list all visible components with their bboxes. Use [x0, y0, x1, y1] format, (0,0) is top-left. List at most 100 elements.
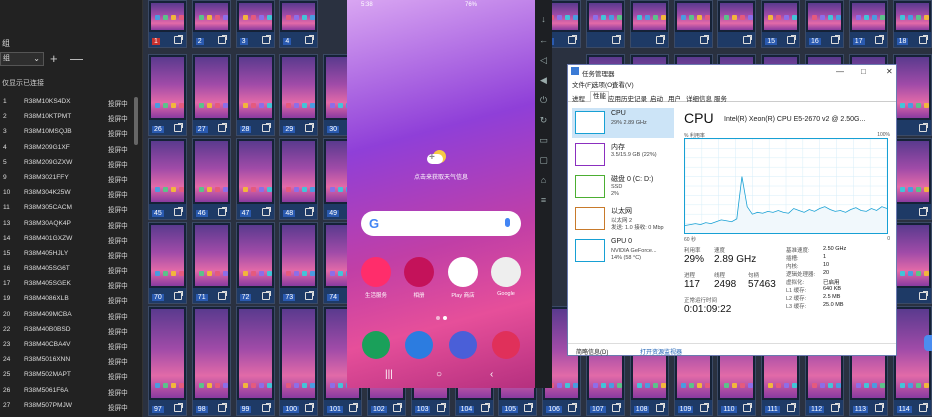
- app-icon-gallery[interactable]: [404, 257, 434, 287]
- open-window-icon[interactable]: [261, 291, 271, 300]
- perf-sidebar-item[interactable]: 磁盘 0 (C: D:) SSD 2%: [572, 172, 674, 202]
- open-window-icon[interactable]: [261, 123, 271, 132]
- perf-sidebar-item[interactable]: GPU 0 NVIDIA GeForce... 14% (58 °C): [572, 236, 674, 266]
- device-row[interactable]: 20 R38M409MCBA 投屏中: [0, 308, 135, 323]
- windows-icon[interactable]: ▢: [538, 155, 549, 166]
- open-window-icon[interactable]: [918, 403, 928, 412]
- device-thumbnail[interactable]: [892, 54, 932, 136]
- perf-sidebar-item[interactable]: 以太网 以太网 2 发送: 1.0 接收: 0 Mbp: [572, 204, 674, 234]
- open-window-icon[interactable]: [568, 403, 578, 412]
- arrow-down-icon[interactable]: ↓: [538, 14, 549, 25]
- open-window-icon[interactable]: [787, 403, 797, 412]
- open-window-icon[interactable]: [261, 207, 271, 216]
- device-row[interactable]: 22 R38M40B0BSD 投屏中: [0, 323, 135, 338]
- open-window-icon[interactable]: [217, 291, 227, 300]
- open-window-icon[interactable]: [174, 35, 183, 44]
- open-window-icon[interactable]: [612, 403, 621, 412]
- tab-item[interactable]: 应用历史记录: [608, 93, 647, 103]
- device-row[interactable]: 24 R38M5016XNN 投屏中: [0, 353, 135, 368]
- open-window-icon[interactable]: [874, 35, 884, 44]
- open-window-icon[interactable]: [217, 207, 227, 216]
- close-icon[interactable]: ✕: [886, 67, 893, 76]
- device-thumbnail[interactable]: 98: [191, 306, 231, 416]
- device-thumbnail[interactable]: 47: [235, 138, 275, 220]
- app-icon-google[interactable]: [491, 257, 521, 287]
- messages-icon[interactable]: [405, 331, 433, 359]
- open-window-icon[interactable]: [787, 35, 797, 44]
- weather-widget-icon[interactable]: +: [425, 150, 451, 168]
- tab-item[interactable]: 用户: [668, 93, 681, 103]
- group-select[interactable]: 组 ⌄: [0, 52, 44, 66]
- minimize-icon[interactable]: —: [836, 67, 844, 76]
- open-window-icon[interactable]: [305, 291, 315, 300]
- open-window-icon[interactable]: [174, 123, 183, 132]
- device-thumbnail[interactable]: 17: [848, 0, 888, 48]
- open-window-icon[interactable]: [655, 35, 665, 44]
- device-thumbnail[interactable]: [673, 0, 713, 48]
- open-window-icon[interactable]: [699, 35, 709, 44]
- device-thumbnail[interactable]: 16: [805, 0, 844, 48]
- device-thumbnail[interactable]: [717, 0, 757, 48]
- open-window-icon[interactable]: [918, 35, 928, 44]
- open-window-icon[interactable]: [918, 291, 928, 300]
- open-window-icon[interactable]: [743, 35, 753, 44]
- open-window-icon[interactable]: [874, 403, 884, 412]
- tab-item[interactable]: 进程: [572, 93, 585, 103]
- device-row[interactable]: 15 R38M405HJLY 投屏中: [0, 247, 135, 262]
- open-window-icon[interactable]: [261, 403, 271, 412]
- speaker-up-icon[interactable]: ◀: [538, 75, 549, 86]
- open-window-icon[interactable]: [743, 403, 753, 412]
- device-row[interactable]: 4 R38M209G1XF 投屏中: [0, 141, 135, 156]
- open-window-icon[interactable]: [174, 403, 183, 412]
- open-window-icon[interactable]: [305, 123, 315, 132]
- weather-widget-text[interactable]: 点击来获取天气信息: [347, 172, 535, 181]
- device-thumbnail[interactable]: 15: [761, 0, 801, 48]
- device-thumbnail[interactable]: 99: [235, 306, 275, 416]
- device-row[interactable]: 17 R38M405SGEK 投屏中: [0, 277, 135, 292]
- device-row[interactable]: 5 R38M209GZXW 投屏中: [0, 156, 135, 171]
- phone-mirror-screen[interactable]: 5:38 76% + 点击来获取天气信息 G 生活服务 相册 Play 商店 G…: [347, 0, 535, 388]
- device-row[interactable]: 25 R38M502MAPT 投屏中: [0, 368, 135, 383]
- device-row[interactable]: 11 R38M305CACM 投屏中: [0, 201, 135, 216]
- scrollbar[interactable]: [134, 97, 138, 145]
- device-thumbnail[interactable]: [892, 138, 932, 220]
- tab-item[interactable]: 性能: [590, 91, 609, 102]
- open-window-icon[interactable]: [831, 35, 840, 44]
- open-window-icon[interactable]: [217, 35, 227, 44]
- remove-group-button[interactable]: —: [70, 51, 83, 66]
- open-window-icon[interactable]: [349, 403, 359, 412]
- menu-item[interactable]: 文件(F): [572, 79, 593, 89]
- tab-item[interactable]: 服务: [714, 93, 727, 103]
- device-thumbnail[interactable]: 3: [235, 0, 275, 48]
- open-window-icon[interactable]: [305, 207, 315, 216]
- device-thumbnail[interactable]: 18: [892, 0, 932, 48]
- perf-sidebar-item[interactable]: CPU 29% 2.89 GHz: [572, 108, 674, 138]
- arrow-left-icon[interactable]: ←: [538, 35, 549, 46]
- open-window-icon[interactable]: [174, 291, 183, 300]
- power-icon[interactable]: ⏻: [538, 95, 549, 106]
- device-thumbnail[interactable]: 72: [235, 222, 275, 304]
- open-window-icon[interactable]: [217, 403, 227, 412]
- back-icon[interactable]: ‹: [490, 369, 493, 380]
- device-row[interactable]: 1 R38M10KS4DX 投屏中: [0, 95, 135, 110]
- device-thumbnail[interactable]: 29: [279, 54, 319, 136]
- open-window-icon[interactable]: [480, 403, 490, 412]
- open-resource-monitor-link[interactable]: 打开资源监视器: [640, 347, 682, 356]
- device-thumbnail[interactable]: 70: [148, 222, 187, 304]
- device-thumbnail[interactable]: 100: [279, 306, 319, 416]
- device-row[interactable]: 14 R38M401GXZW 投屏中: [0, 232, 135, 247]
- device-row[interactable]: 16 R38M405SG6T 投屏中: [0, 262, 135, 277]
- menu-item[interactable]: 查看(V): [612, 79, 634, 89]
- device-row[interactable]: 27 R38M507PMJW 投屏中: [0, 399, 135, 414]
- app-icon-play-store[interactable]: [448, 257, 478, 287]
- only-connected-label[interactable]: 仅显示已连接: [2, 78, 44, 88]
- device-row[interactable]: 26 R38M5061F6A 投屏中: [0, 384, 135, 399]
- mic-icon[interactable]: [505, 218, 510, 227]
- open-window-icon[interactable]: [305, 35, 315, 44]
- camera-icon[interactable]: [492, 331, 520, 359]
- speaker-down-icon[interactable]: ◁: [538, 55, 549, 66]
- window-titlebar[interactable]: 任务管理器 — □ ✕: [568, 65, 896, 78]
- tab-item[interactable]: 启动: [650, 93, 663, 103]
- device-thumbnail[interactable]: 97: [148, 306, 187, 416]
- device-row[interactable]: 9 R38M3021FFY 投屏中: [0, 171, 135, 186]
